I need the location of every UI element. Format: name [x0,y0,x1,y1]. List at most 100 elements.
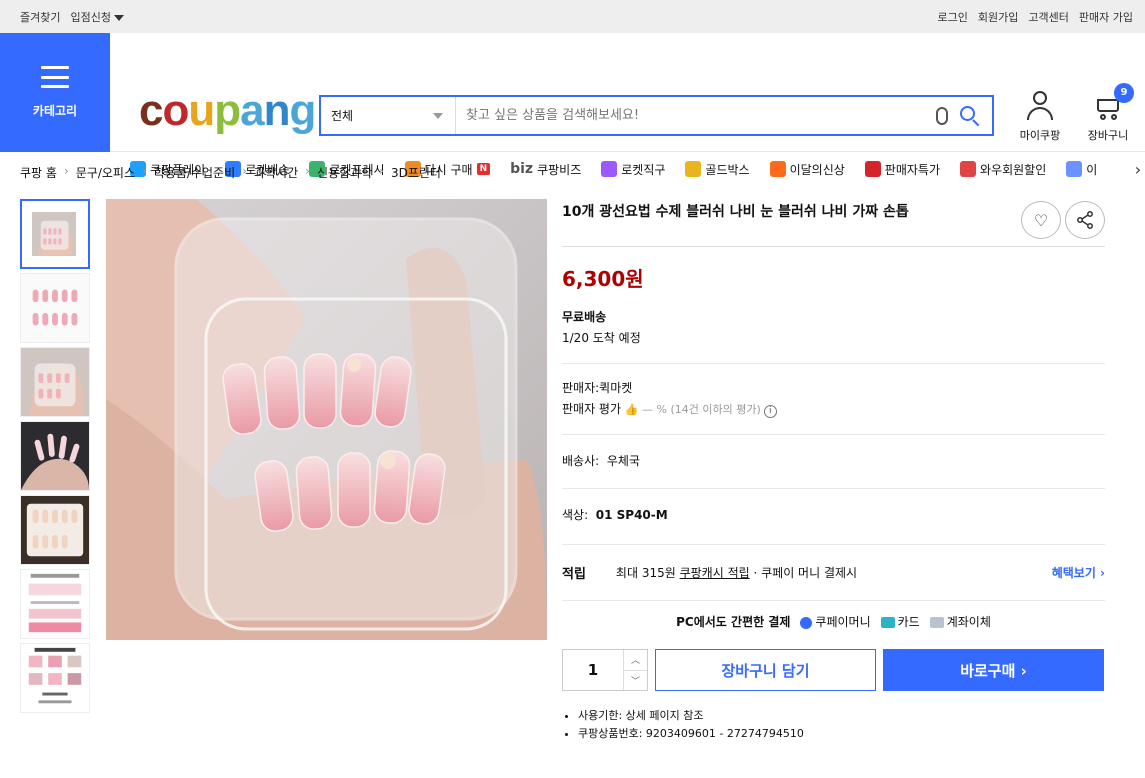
nav-item-label: 와우회원할인 [980,162,1047,177]
coupang-logo[interactable]: coupang [139,89,316,133]
points-row: 적립 최대 315원 쿠팡캐시 적립 · 쿠페이 머니 결제시 혜택보기 › [562,545,1105,601]
nav-next-arrow-icon[interactable]: › [1131,160,1145,179]
pay-title: PC에서도 간편한 결제 [676,615,791,629]
breadcrumb-item[interactable]: 3D프린터 [391,164,441,181]
nav-item-8[interactable]: 판매자특가 [864,161,940,178]
nav-icon [769,161,786,177]
category-button[interactable]: 카테고리 [0,33,110,152]
note-product-number: 쿠팡상품번호: 9203409601 - 27274794510 [578,725,1105,743]
chevron-right-icon: › [242,164,247,178]
payment-options: PC에서도 간편한 결제 쿠페이머니 카드 계좌이체 [562,601,1105,642]
chevron-right-icon: › [305,164,310,178]
nav-icon [960,161,976,177]
thumbnail-6[interactable] [20,569,90,639]
color-option-value: 01 SP40-M [595,508,668,522]
nav-item-5[interactable]: 로켓직구 [601,161,665,178]
nav-icon [601,161,618,177]
cart-count-badge: 9 [1114,83,1134,103]
signup-link[interactable]: 회원가입 [978,9,1018,25]
quantity-down-icon[interactable]: ﹀ [624,671,647,691]
seller-rating-label: 판매자 평가 [562,402,622,416]
breadcrumb-item[interactable]: 신용합과학 [317,164,372,181]
add-to-cart-button[interactable]: 장바구니 담기 [655,649,876,691]
main-product-image [106,199,547,640]
store-apply-link[interactable]: 입점신청 [70,9,124,25]
hamburger-icon [41,66,69,88]
share-icon[interactable] [1065,201,1105,239]
thumbnail-2[interactable] [20,273,90,343]
nav-item-4[interactable]: biz 쿠팡비즈 [510,161,581,178]
thumbs-up-icon: 👍 [624,403,639,416]
breadcrumb-item[interactable]: 학용품/수업준비 [154,164,235,181]
microphone-icon[interactable] [936,106,948,125]
nav-item-label: 골드박스 [705,162,750,177]
courier-value: 우체국 [606,454,640,468]
coupay-money-option: 쿠페이머니 [800,613,871,630]
product-price: 6,300원 [562,267,644,291]
nav-item-label: 쿠팡비즈 [537,162,582,177]
courier-label: 배송사: [562,454,600,468]
nav-item-label: 판매자특가 [884,162,940,177]
customer-center-link[interactable]: 고객센터 [1028,9,1068,25]
cart-label: 장바구니 [1087,129,1129,142]
thumbnail-1[interactable] [20,199,90,269]
product-info: 10개 광선요법 수제 블러쉬 나비 눈 블러쉬 나비 가짜 손톱 ♡ 6,30… [562,199,1105,743]
dropdown-arrow-icon [433,112,443,119]
points-label: 적립 [562,567,586,582]
free-shipping-label: 무료배송 [562,310,607,324]
color-option-label: 색상: [562,508,589,522]
product-notes: 사용기한: 상세 페이지 참조 쿠팡상품번호: 9203409601 - 272… [562,707,1105,743]
thumbnail-3[interactable] [20,347,90,417]
note-expiry: 사용기한: 상세 페이지 참조 [578,707,1105,725]
coupang-cash-link[interactable]: 쿠팡캐시 적립 [680,564,750,581]
nav-icon [864,161,881,177]
chevron-right-icon: › [63,164,69,178]
quantity-up-icon[interactable]: ︿ [624,650,647,671]
nav-item-7[interactable]: 이달의신상 [769,161,845,178]
nav-item-6[interactable]: 골드박스 [685,161,750,178]
login-link[interactable]: 로그인 [938,9,968,25]
bank-icon [929,617,944,628]
benefit-link[interactable]: 혜택보기 › [1052,564,1105,581]
thumbnail-4[interactable] [20,421,90,491]
nav-item-10[interactable]: 이 [1066,161,1097,178]
breadcrumb-item[interactable]: 과학시간 [254,164,298,181]
my-coupang-label: 마이쿠팡 [1019,129,1061,142]
card-option: 카드 [880,613,920,630]
person-icon [1027,91,1053,121]
new-badge: N [476,163,491,175]
product-title: 10개 광선요법 수제 블러쉬 나비 눈 블러쉬 나비 가짜 손톱 [562,204,909,220]
nav-item-label: 이달의신상 [789,162,845,177]
search-bar: 전체 [319,95,994,136]
quantity-input[interactable]: 1 [563,650,623,690]
wishlist-heart-icon[interactable]: ♡ [1021,201,1061,239]
seller-signup-link[interactable]: 판매자 가입 [1079,9,1133,25]
breadcrumb-item[interactable]: 문구/오피스 [76,164,135,181]
breadcrumb: 쿠팡 홈 › 문구/오피스 › 학용품/수업준비 › 과학시간 › 신용합과학 › 3D프린터 [20,164,441,181]
arrival-date: 1/20 도착 예정 [562,331,641,345]
card-icon [880,617,895,628]
search-category-select[interactable]: 전체 [321,97,456,134]
thumbnail-5[interactable] [20,495,90,565]
nav-icon [685,161,702,177]
coupay-icon [800,616,813,629]
search-icon[interactable] [960,105,980,126]
caret-down-icon [113,14,124,21]
bookmark-link[interactable]: 즐겨찾기 [20,9,60,25]
buy-now-button[interactable]: 바로구매 › [883,649,1104,691]
top-utility-bar: 즐겨찾기 입점신청 로그인 회원가입 고객센터 판매자 가입 [0,0,1145,33]
bank-transfer-option: 계좌이체 [929,613,991,630]
quantity-stepper: 1 ︿ ﹀ [562,649,648,691]
my-coupang-button[interactable]: 마이쿠팡 [1017,91,1063,143]
nav-icon [1066,161,1083,177]
nav-item-9[interactable]: 와우회원할인 [960,161,1046,178]
points-suffix: · 쿠페이 머니 결제시 [753,566,858,580]
nav-item-label: 로켓직구 [621,162,666,177]
search-input[interactable] [456,97,936,134]
breadcrumb-item[interactable]: 쿠팡 홈 [20,164,57,181]
header: 카테고리 coupang 전체 마이쿠팡 장바구니 9 ‹ 쿠팡플레이로켓배송로… [0,33,1145,179]
info-icon[interactable]: i [763,405,777,418]
thumbnail-7[interactable] [20,643,90,713]
seller-name[interactable]: 판매자:퀵마켓 [562,378,1105,399]
biz-icon: biz [510,161,534,177]
